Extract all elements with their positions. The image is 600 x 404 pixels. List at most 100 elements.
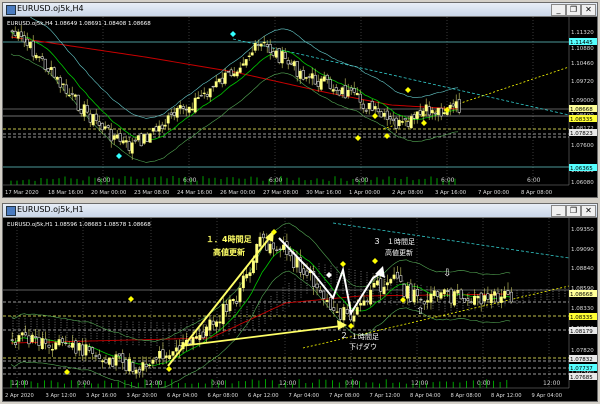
h1-candle	[335, 311, 339, 313]
h1-candle	[268, 243, 272, 254]
price-marker-label: 1.07832	[570, 357, 593, 363]
price-chart-h4[interactable]: 6:00 6:00 6:00 6:00 6:00 6:001.113201.108801.…	[3, 17, 597, 197]
h1-candle	[275, 249, 279, 252]
h4-candle	[361, 103, 365, 109]
restore-icon[interactable]: ❐	[566, 4, 581, 16]
h4-candle	[55, 76, 59, 80]
h4-candle	[58, 77, 62, 88]
h1-candle	[355, 307, 359, 315]
close-icon[interactable]: ✕	[581, 205, 596, 217]
h1-candle	[459, 289, 463, 300]
chart-window-h4[interactable]: EURUSD.oj5k,H4 _ ❐ ✕ 6:00 6:00 6:00 6:00 6:0…	[2, 2, 598, 198]
h4-candle	[139, 133, 143, 147]
h1-candle	[201, 331, 205, 339]
h4-candle	[418, 110, 422, 115]
h4-candle	[160, 124, 164, 130]
h4-candle	[52, 67, 56, 78]
price-axis-label: 1.09000	[571, 98, 594, 104]
h4-candle	[166, 115, 170, 124]
h4-candle	[409, 116, 413, 129]
chart-info-line: EURUSD.oj5k,H1 1.08596 1.08683 1.08578 1…	[7, 222, 151, 228]
minimize-icon[interactable]: _	[551, 4, 566, 16]
h4-candle	[304, 77, 308, 79]
minimize-icon[interactable]: _	[551, 205, 566, 217]
h4-candle	[400, 121, 404, 123]
price-axis-label: 1.10460	[571, 61, 594, 67]
time-axis-label: 7 Apr 00:00	[478, 190, 510, 196]
h4-candle	[238, 67, 242, 73]
restore-icon[interactable]: ❐	[566, 205, 581, 217]
h4-candle	[346, 90, 350, 97]
h4-candle	[289, 62, 293, 65]
chart-window-icon	[6, 206, 16, 216]
h4-candle	[133, 139, 137, 142]
close-icon[interactable]: ✕	[581, 4, 596, 16]
annotation-2-line2: 下げダウ	[349, 342, 377, 351]
h1-candle	[138, 369, 141, 373]
h1-candle	[412, 289, 416, 303]
h1-candle	[345, 309, 349, 314]
grid-time-label: 12:00	[11, 380, 28, 387]
time-axis-label: 3 Apr 16:00	[435, 190, 467, 196]
time-axis-label: 9 Apr 04:00	[532, 393, 563, 399]
h1-candle	[409, 283, 413, 302]
window-titlebar[interactable]: EURUSD.oj5k,H4 _ ❐ ✕	[3, 3, 597, 17]
price-marker-label: 1.08668	[570, 107, 593, 113]
h4-candle	[49, 67, 53, 70]
grid-time-label: 0:00	[77, 380, 91, 387]
h4-candle	[79, 109, 83, 114]
price-axis-label: 1.08330	[571, 306, 594, 312]
window-titlebar[interactable]: EURUSD.oj5k,H1 _ ❐ ✕	[3, 204, 597, 218]
h4-candle	[34, 55, 38, 59]
h1-candle	[54, 342, 58, 350]
h1-candle	[124, 359, 128, 371]
h1-candle	[372, 283, 376, 288]
h1-candle	[432, 290, 436, 297]
h4-candle	[331, 89, 335, 92]
h4-candle	[343, 84, 347, 99]
h4-candle	[70, 93, 74, 95]
price-axis-label: 1.11320	[571, 30, 594, 36]
h4-candle	[232, 73, 236, 77]
h4-candle	[286, 60, 290, 65]
h4-candle	[274, 50, 278, 58]
window-title: EURUSD.oj5k,H4	[17, 4, 84, 13]
h1-candle	[91, 347, 95, 354]
h1-candle	[94, 355, 98, 357]
h1-candle	[40, 338, 44, 349]
chart-window-h1[interactable]: EURUSD.oj5k,H1 _ ❐ ✕ 12:00 0:00 12:00 0:00 1…	[2, 203, 598, 402]
price-axis-label: 1.09350	[571, 227, 594, 233]
time-axis-label: 7 Apr 04:00	[289, 393, 320, 399]
h4-candle	[25, 38, 29, 46]
h4-candle	[256, 44, 260, 46]
h4-candle	[205, 94, 209, 97]
h4-candle	[235, 71, 239, 77]
h1-candle	[489, 294, 493, 304]
time-axis-label: 20 Mar 00:00	[91, 190, 127, 196]
h4-candle	[91, 114, 95, 126]
h4-candle	[358, 93, 362, 103]
h4-candle	[442, 112, 446, 115]
time-axis-label: 23 Mar 08:00	[134, 190, 170, 196]
h4-candle	[229, 69, 233, 77]
h4-candle	[193, 97, 197, 113]
h4-candle	[220, 77, 224, 85]
h1-candle	[50, 349, 54, 351]
h4-candle	[277, 48, 281, 63]
grid-time-label: 12:00	[543, 380, 560, 387]
h4-candle	[217, 78, 221, 83]
h1-candle	[365, 300, 369, 303]
h4-candle	[430, 110, 434, 114]
h4-candle	[178, 105, 182, 109]
h4-candle	[283, 52, 287, 59]
h1-candle	[111, 358, 115, 367]
h1-candle	[362, 300, 366, 306]
h4-candle	[310, 73, 314, 79]
h1-candle	[151, 359, 155, 364]
time-axis-label: 26 Mar 00:00	[220, 190, 256, 196]
annotation-3-number: ３	[373, 237, 381, 246]
h1-candle	[221, 303, 225, 325]
h1-candle	[429, 293, 433, 303]
h1-candle	[228, 299, 232, 312]
price-chart-h1[interactable]: 12:000:0012:000:0012:000:0012:000:0012:0…	[3, 218, 597, 401]
